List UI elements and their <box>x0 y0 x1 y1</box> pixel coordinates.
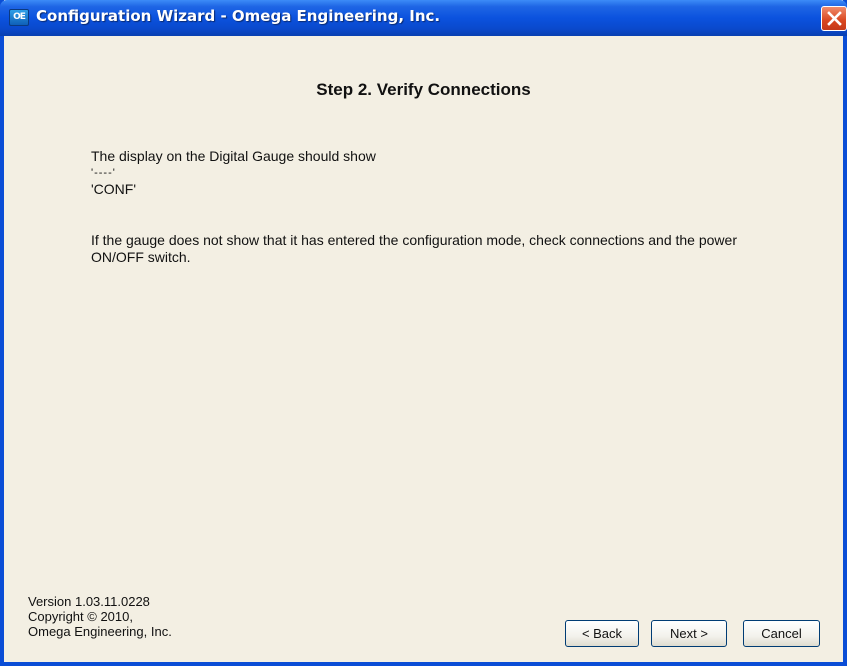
instruction-text: The display on the Digital Gauge should … <box>91 148 376 164</box>
title-bar[interactable]: OE Configuration Wizard - Omega Engineer… <box>0 0 847 36</box>
close-button[interactable] <box>821 6 847 31</box>
window-title: Configuration Wizard - Omega Engineering… <box>36 7 441 25</box>
troubleshoot-paragraph: If the gauge does not show that it has e… <box>91 232 737 265</box>
wizard-content: Step 2. Verify Connections The display o… <box>4 36 843 662</box>
next-button[interactable]: Next > <box>651 620 727 647</box>
close-icon <box>827 11 842 26</box>
cancel-button[interactable]: Cancel <box>743 620 820 647</box>
version-info: Version 1.03.11.0228 Copyright © 2010, O… <box>28 594 172 639</box>
step-title: Step 2. Verify Connections <box>316 80 531 99</box>
version-text: Version 1.03.11.0228 <box>28 594 150 609</box>
company-text: Omega Engineering, Inc. <box>28 624 172 639</box>
copyright-text: Copyright © 2010, <box>28 609 133 624</box>
configuration-wizard-window: OE Configuration Wizard - Omega Engineer… <box>0 0 847 666</box>
display-conf-text: 'CONF' <box>91 181 137 197</box>
back-button[interactable]: < Back <box>565 620 639 647</box>
omega-app-icon: OE <box>9 9 29 26</box>
display-dashes-text: '----' <box>91 167 116 179</box>
